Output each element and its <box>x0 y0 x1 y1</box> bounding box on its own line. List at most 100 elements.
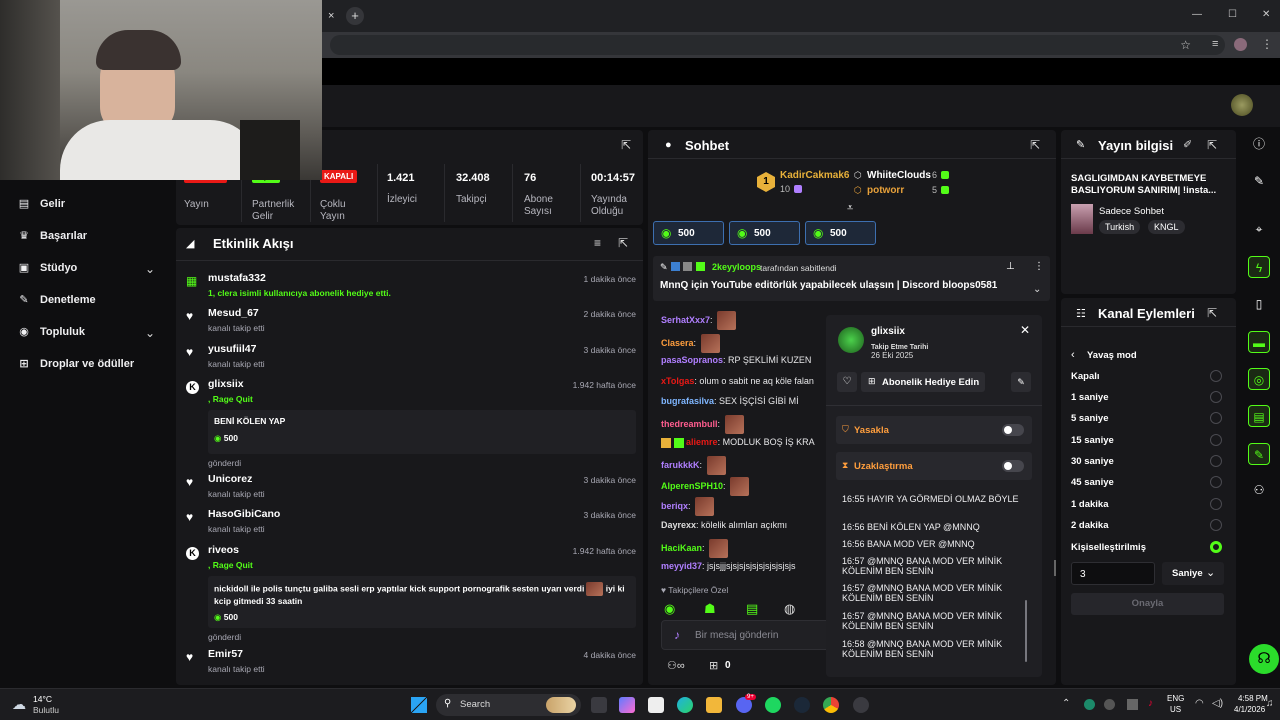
chat-username[interactable]: HaciKaan <box>661 543 702 553</box>
chat-input[interactable]: ♪ Bir mesaj gönderin <box>661 620 841 650</box>
chat-username[interactable]: thedreambull <box>661 419 718 429</box>
emote-shortcut-icon[interactable]: ◉ <box>664 601 675 617</box>
clock-date[interactable]: 4/1/2026 <box>1234 705 1265 714</box>
mic-icon[interactable]: ♪ <box>1148 698 1153 709</box>
user-avatar[interactable] <box>1231 94 1253 116</box>
spotify-icon[interactable] <box>765 697 781 713</box>
slow-mode-option[interactable]: 30 saniye <box>1071 456 1114 467</box>
task-view-icon[interactable] <box>591 697 607 713</box>
chat-username[interactable]: Dayrexx <box>661 520 696 530</box>
edge-icon[interactable] <box>677 697 693 713</box>
slow-mode-option[interactable]: 15 saniye <box>1071 435 1114 446</box>
volume-icon[interactable]: ◁) <box>1212 698 1223 709</box>
kicks-goal-chip[interactable]: ◉ 500 <box>805 221 876 245</box>
sidebar-item-community[interactable]: ◉ Topluluk <box>18 326 85 338</box>
mod-action-button[interactable]: ✎ <box>1011 372 1031 392</box>
tray-app-icon[interactable] <box>1084 699 1095 710</box>
slow-mode-option[interactable]: Kişiselleştirilmiş <box>1071 542 1146 553</box>
close-icon[interactable]: ✕ <box>1020 323 1030 337</box>
chevron-down-icon[interactable]: ⌄ <box>145 262 155 276</box>
tray-app-icon[interactable] <box>1127 699 1138 710</box>
custom-duration-input[interactable]: 3 <box>1071 562 1155 585</box>
chat-username[interactable]: beriqx <box>661 501 688 511</box>
leader-name[interactable]: KadirCakmak6 <box>780 170 849 181</box>
chat-scrollbar[interactable] <box>1054 560 1056 576</box>
emote-shortcut-icon[interactable]: ◍ <box>784 601 795 617</box>
filter-icon[interactable]: ≡ <box>594 236 601 250</box>
document-icon[interactable]: ▯ <box>1248 293 1270 315</box>
activity-username[interactable]: HasoGibiCano <box>208 508 636 520</box>
minimize-icon[interactable]: — <box>1192 9 1202 20</box>
pinned-by-user[interactable]: 2keyyloops <box>712 262 761 272</box>
more-icon[interactable]: ⋮ <box>1034 261 1044 272</box>
activity-username[interactable]: yusufiil47 <box>208 343 636 355</box>
chat-username[interactable]: xTolgas <box>661 376 694 386</box>
ban-toggle[interactable] <box>1002 424 1024 436</box>
radio-button[interactable] <box>1210 434 1222 446</box>
popout-icon[interactable]: ⇱ <box>618 236 628 250</box>
emote-shortcut-icon[interactable]: ☗ <box>704 601 716 617</box>
bookmark-star-icon[interactable]: ☆ <box>1180 38 1191 52</box>
close-tab-icon[interactable]: × <box>328 10 334 22</box>
weather-desc[interactable]: Bulutlu <box>33 705 59 715</box>
chat-username[interactable]: SerhatXxx7 <box>661 315 710 325</box>
url-field[interactable]: ☆ <box>330 35 1225 55</box>
region-indicator[interactable]: US <box>1170 705 1181 714</box>
profile-avatar[interactable] <box>1234 38 1247 51</box>
radio-button-selected[interactable] <box>1210 541 1222 553</box>
leader-name[interactable]: potworr <box>867 185 904 196</box>
tag-chip[interactable]: Turkish <box>1099 220 1141 234</box>
activity-username[interactable]: Mesud_67 <box>208 307 636 319</box>
windows-start-icon[interactable] <box>411 697 427 713</box>
edit-icon[interactable]: ✐ <box>1183 138 1192 151</box>
slow-mode-option[interactable]: 45 saniye <box>1071 477 1114 488</box>
timeout-toggle[interactable] <box>1002 460 1024 472</box>
chevron-down-icon[interactable]: ⌄ <box>1033 284 1041 295</box>
chat-username[interactable]: meyyid37 <box>661 561 702 571</box>
tray-app-icon[interactable] <box>1104 699 1115 710</box>
gift-sub-button[interactable]: ⊞ Abonelik Hediye Edin <box>861 372 985 392</box>
browser-menu-icon[interactable]: ⋮ <box>1261 37 1273 51</box>
leader-name[interactable]: WhiiteClouds <box>867 170 931 181</box>
category-name[interactable]: Sadece Sohbet <box>1099 206 1164 217</box>
store-icon[interactable] <box>648 697 664 713</box>
sidebar-item-moderation[interactable]: ✎ Denetleme <box>18 294 95 306</box>
user-card-name[interactable]: glixsiix <box>871 326 905 337</box>
popout-icon[interactable]: ⇱ <box>1207 306 1217 320</box>
activity-username[interactable]: Unicorez <box>208 473 636 485</box>
support-headset-icon[interactable]: ☊ <box>1249 644 1279 674</box>
kicks-goal-chip[interactable]: ◉ 500 <box>729 221 800 245</box>
users-icon[interactable]: ⚇ <box>1248 479 1270 501</box>
broadcast-icon[interactable]: ◎ <box>1248 368 1270 390</box>
radio-button[interactable] <box>1210 455 1222 467</box>
clock-time[interactable]: 4:58 PM <box>1238 694 1268 703</box>
weather-temp[interactable]: 14°C <box>33 694 52 704</box>
lightning-icon[interactable]: ϟ <box>1248 256 1270 278</box>
slow-mode-back[interactable]: Yavaş mod <box>1087 350 1137 361</box>
tool-icon[interactable]: ✎ <box>1248 443 1270 465</box>
language-indicator[interactable]: ENG <box>1167 694 1184 703</box>
emote-shortcut-icon[interactable]: ▤ <box>746 601 758 617</box>
activity-username[interactable]: mustafa332 <box>208 272 636 284</box>
maximize-icon[interactable]: ☐ <box>1228 9 1237 20</box>
radio-button[interactable] <box>1210 476 1222 488</box>
notification-bell-icon[interactable]: ♫ <box>1266 698 1274 709</box>
radio-button[interactable] <box>1210 498 1222 510</box>
sidebar-item-revenue[interactable]: ▤ Gelir <box>18 198 65 210</box>
unit-select[interactable]: Saniye ⌄ <box>1162 562 1224 585</box>
media-icon[interactable]: ≡ <box>1212 38 1218 50</box>
follow-heart-button[interactable]: ♡ <box>837 372 857 392</box>
tag-chip[interactable]: KNGL <box>1148 220 1185 234</box>
popout-icon[interactable]: ⇱ <box>1030 138 1040 152</box>
chat-username[interactable]: AlperenSPH10 <box>661 481 723 491</box>
apply-button[interactable]: Onayla <box>1071 593 1224 615</box>
store-icon[interactable]: ⊞ <box>709 659 718 672</box>
layout-icon[interactable]: ▤ <box>1248 405 1270 427</box>
activity-username[interactable]: Emir57 <box>208 648 636 660</box>
steam-icon[interactable] <box>794 697 810 713</box>
close-window-icon[interactable]: ✕ <box>1262 9 1270 20</box>
slow-mode-option[interactable]: 1 dakika <box>1071 499 1109 510</box>
sidebar-item-drops[interactable]: ⊞ Droplar ve ödüller <box>18 358 134 370</box>
people-icon[interactable]: ⚇∞ <box>667 659 685 672</box>
taskbar-search[interactable]: ⚲ Search <box>436 694 581 716</box>
